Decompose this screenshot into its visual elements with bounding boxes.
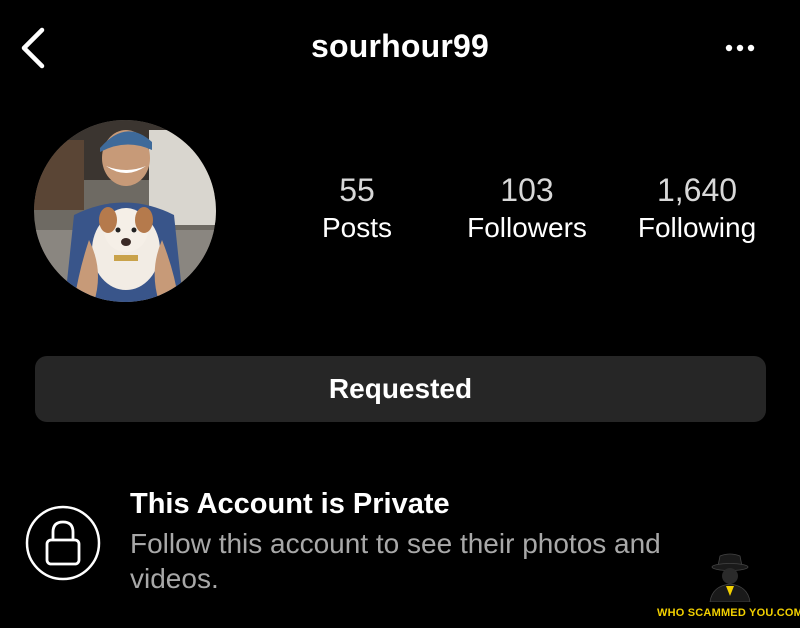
profile-avatar[interactable] xyxy=(34,120,216,302)
followers-count: 103 xyxy=(500,172,554,208)
followers-stat[interactable]: 103 Followers xyxy=(452,170,602,246)
posts-stat[interactable]: 55 Posts xyxy=(297,170,417,246)
private-account-title: This Account is Private xyxy=(130,488,450,520)
profile-username: sourhour99 xyxy=(310,28,490,64)
lock-icon xyxy=(25,505,101,581)
following-stat[interactable]: 1,640 Following xyxy=(622,170,772,246)
watermark-banner: WHO SCAMMED YOU.COM xyxy=(657,602,800,624)
more-horizontal-icon xyxy=(725,44,755,52)
requested-button[interactable]: Requested xyxy=(35,356,766,422)
avatar-photo xyxy=(34,120,216,302)
following-count: 1,640 xyxy=(656,172,738,208)
more-options-button[interactable] xyxy=(718,36,762,60)
followers-label: Followers xyxy=(467,212,587,243)
watermark-text: WHO SCAMMED YOU.COM xyxy=(657,607,800,619)
posts-label: Posts xyxy=(321,212,393,243)
posts-count: 55 xyxy=(339,172,375,208)
watermark: WHO SCAMMED YOU.COM xyxy=(657,550,800,628)
following-label: Following xyxy=(637,212,757,243)
private-account-description: Follow this account to see their photos … xyxy=(130,528,661,594)
private-lock-badge xyxy=(25,505,101,581)
profile-header: sourhour99 xyxy=(0,0,800,96)
spy-hat-icon xyxy=(709,553,751,603)
